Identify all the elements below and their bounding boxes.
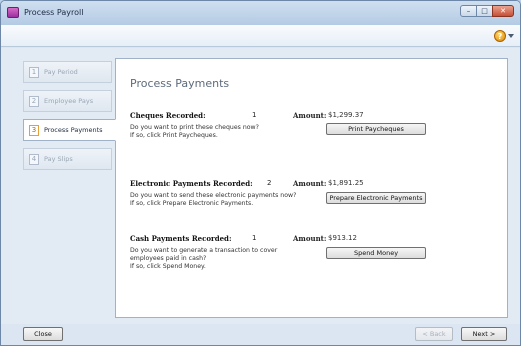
minimize-button[interactable]: –	[460, 5, 477, 17]
question-text: Do you want to print these cheques now?	[130, 124, 259, 131]
section-header: Cash Payments Recorded: 1 Amount: $913.1…	[130, 234, 430, 244]
cheques-question: Do you want to print these cheques now? …	[130, 124, 300, 140]
wizard-footer: Close < Back Next >	[1, 324, 520, 345]
hint-text: If so, click Prepare Electronic Payments…	[130, 200, 254, 207]
maximize-button[interactable]: □	[476, 5, 493, 17]
hint-text: If so, click Spend Money.	[130, 263, 206, 270]
electronic-section: Electronic Payments Recorded: 2 Amount: …	[130, 179, 430, 207]
step-label: Employee Pays	[44, 97, 94, 105]
wizard-steps: 1 Pay Period 2 Employee Pays 3 Process P…	[23, 61, 116, 177]
electronic-count: 2	[267, 179, 272, 187]
close-window-button[interactable]: ✕	[492, 5, 514, 17]
step-label: Pay Slips	[44, 155, 73, 163]
amount-label: Amount:	[293, 234, 327, 243]
page-title: Process Payments	[130, 77, 230, 90]
section-header: Electronic Payments Recorded: 2 Amount: …	[130, 179, 430, 189]
process-payments-panel: Process Payments Cheques Recorded: 1 Amo…	[115, 58, 508, 318]
cash-amount: $913.12	[328, 234, 357, 242]
next-button[interactable]: Next >	[461, 327, 507, 341]
step-number: 1	[29, 66, 39, 78]
hint-text: If so, click Print Paycheques.	[130, 132, 218, 139]
electronic-recorded-label: Electronic Payments Recorded:	[130, 179, 253, 188]
cash-recorded-label: Cash Payments Recorded:	[130, 234, 232, 243]
step-number: 4	[29, 153, 39, 165]
close-icon: ✕	[500, 7, 506, 15]
wizard-body: 1 Pay Period 2 Employee Pays 3 Process P…	[1, 48, 520, 324]
amount-label: Amount:	[293, 179, 327, 188]
cash-section: Cash Payments Recorded: 1 Amount: $913.1…	[130, 234, 430, 270]
title-bar[interactable]: Process Payroll – □ ✕	[1, 1, 520, 25]
window-title: Process Payroll	[24, 8, 84, 17]
minimize-icon: –	[466, 7, 471, 15]
print-paycheques-button[interactable]: Print Paycheques	[326, 123, 426, 135]
step-pay-period[interactable]: 1 Pay Period	[23, 61, 112, 83]
cash-count: 1	[252, 234, 257, 242]
step-label: Pay Period	[44, 68, 78, 76]
process-payroll-window: Process Payroll – □ ✕ ? 1 Pay Period 2 E…	[0, 0, 521, 346]
question-text: Do you want to generate a transaction to…	[130, 247, 278, 262]
step-label: Process Payments	[44, 126, 103, 134]
electronic-question: Do you want to send these electronic pay…	[130, 192, 300, 208]
spend-money-button[interactable]: Spend Money	[326, 247, 426, 259]
cheques-count: 1	[252, 111, 257, 119]
step-employee-pays[interactable]: 2 Employee Pays	[23, 90, 112, 112]
step-pay-slips[interactable]: 4 Pay Slips	[23, 148, 112, 170]
electronic-amount: $1,891.25	[328, 179, 364, 187]
window-controls: – □ ✕	[460, 5, 514, 17]
close-button[interactable]: Close	[23, 327, 63, 341]
section-header: Cheques Recorded: 1 Amount: $1,299.37	[130, 111, 430, 121]
app-icon	[7, 7, 19, 18]
cheques-section: Cheques Recorded: 1 Amount: $1,299.37 Do…	[130, 111, 430, 139]
step-number: 2	[29, 95, 39, 107]
amount-label: Amount:	[293, 111, 327, 120]
chevron-down-icon[interactable]	[508, 34, 514, 38]
step-number: 3	[29, 124, 39, 136]
toolbar: ?	[1, 25, 520, 47]
cash-question: Do you want to generate a transaction to…	[130, 247, 300, 271]
help-icon[interactable]: ?	[494, 30, 506, 42]
cheques-recorded-label: Cheques Recorded:	[130, 111, 206, 120]
cheques-amount: $1,299.37	[328, 111, 364, 119]
maximize-icon: □	[481, 7, 488, 15]
prepare-electronic-payments-button[interactable]: Prepare Electronic Payments	[326, 192, 426, 204]
step-process-payments[interactable]: 3 Process Payments	[23, 119, 116, 141]
question-text: Do you want to send these electronic pay…	[130, 192, 297, 199]
back-button[interactable]: < Back	[415, 327, 453, 341]
